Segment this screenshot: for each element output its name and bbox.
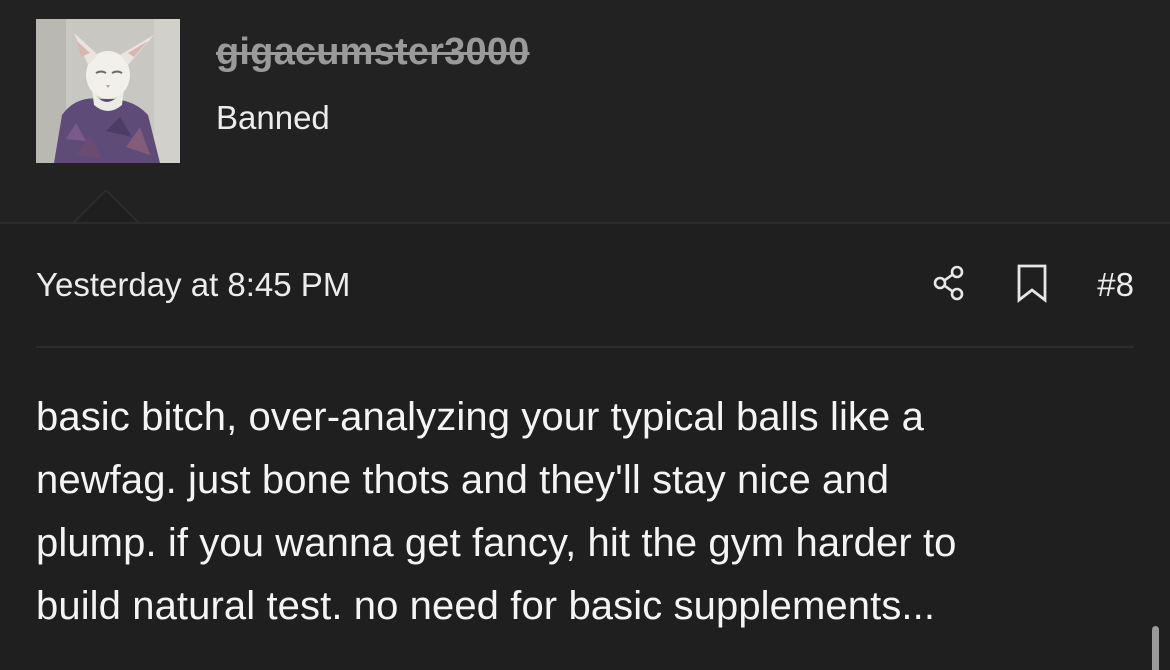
user-header: gigacumster3000 Banned [0, 0, 1170, 225]
post-body: basic bitch, over-analyzing your typical… [36, 386, 1134, 638]
post-pointer-arrow [72, 190, 141, 225]
post-body-line: build natural test. no need for basic su… [36, 584, 936, 628]
post-timestamp[interactable]: Yesterday at 8:45 PM [36, 264, 350, 306]
share-icon [933, 265, 964, 301]
post-body-line: newfag. just bone thots and they'll stay… [36, 458, 890, 502]
cat-avatar-image [36, 19, 180, 163]
scrollbar-thumb[interactable] [1152, 626, 1159, 670]
post-body-line: plump. if you wanna get fancy, hit the g… [36, 521, 957, 565]
forum-post: gigacumster3000 Banned Yesterday at 8:45… [0, 0, 1170, 670]
user-title-banned: Banned [216, 99, 330, 136]
meta-divider [36, 346, 1134, 348]
bookmark-icon [1017, 264, 1047, 303]
share-button[interactable] [930, 263, 970, 303]
post-number-link[interactable]: #8 [1092, 264, 1134, 306]
post-body-line: basic bitch, over-analyzing your typical… [36, 395, 924, 439]
username[interactable]: gigacumster3000 [216, 30, 530, 74]
bookmark-button[interactable] [1012, 262, 1052, 304]
header-divider [0, 222, 1170, 224]
post-meta-bar: Yesterday at 8:45 PM #8 [36, 262, 1134, 308]
avatar[interactable] [36, 19, 180, 163]
